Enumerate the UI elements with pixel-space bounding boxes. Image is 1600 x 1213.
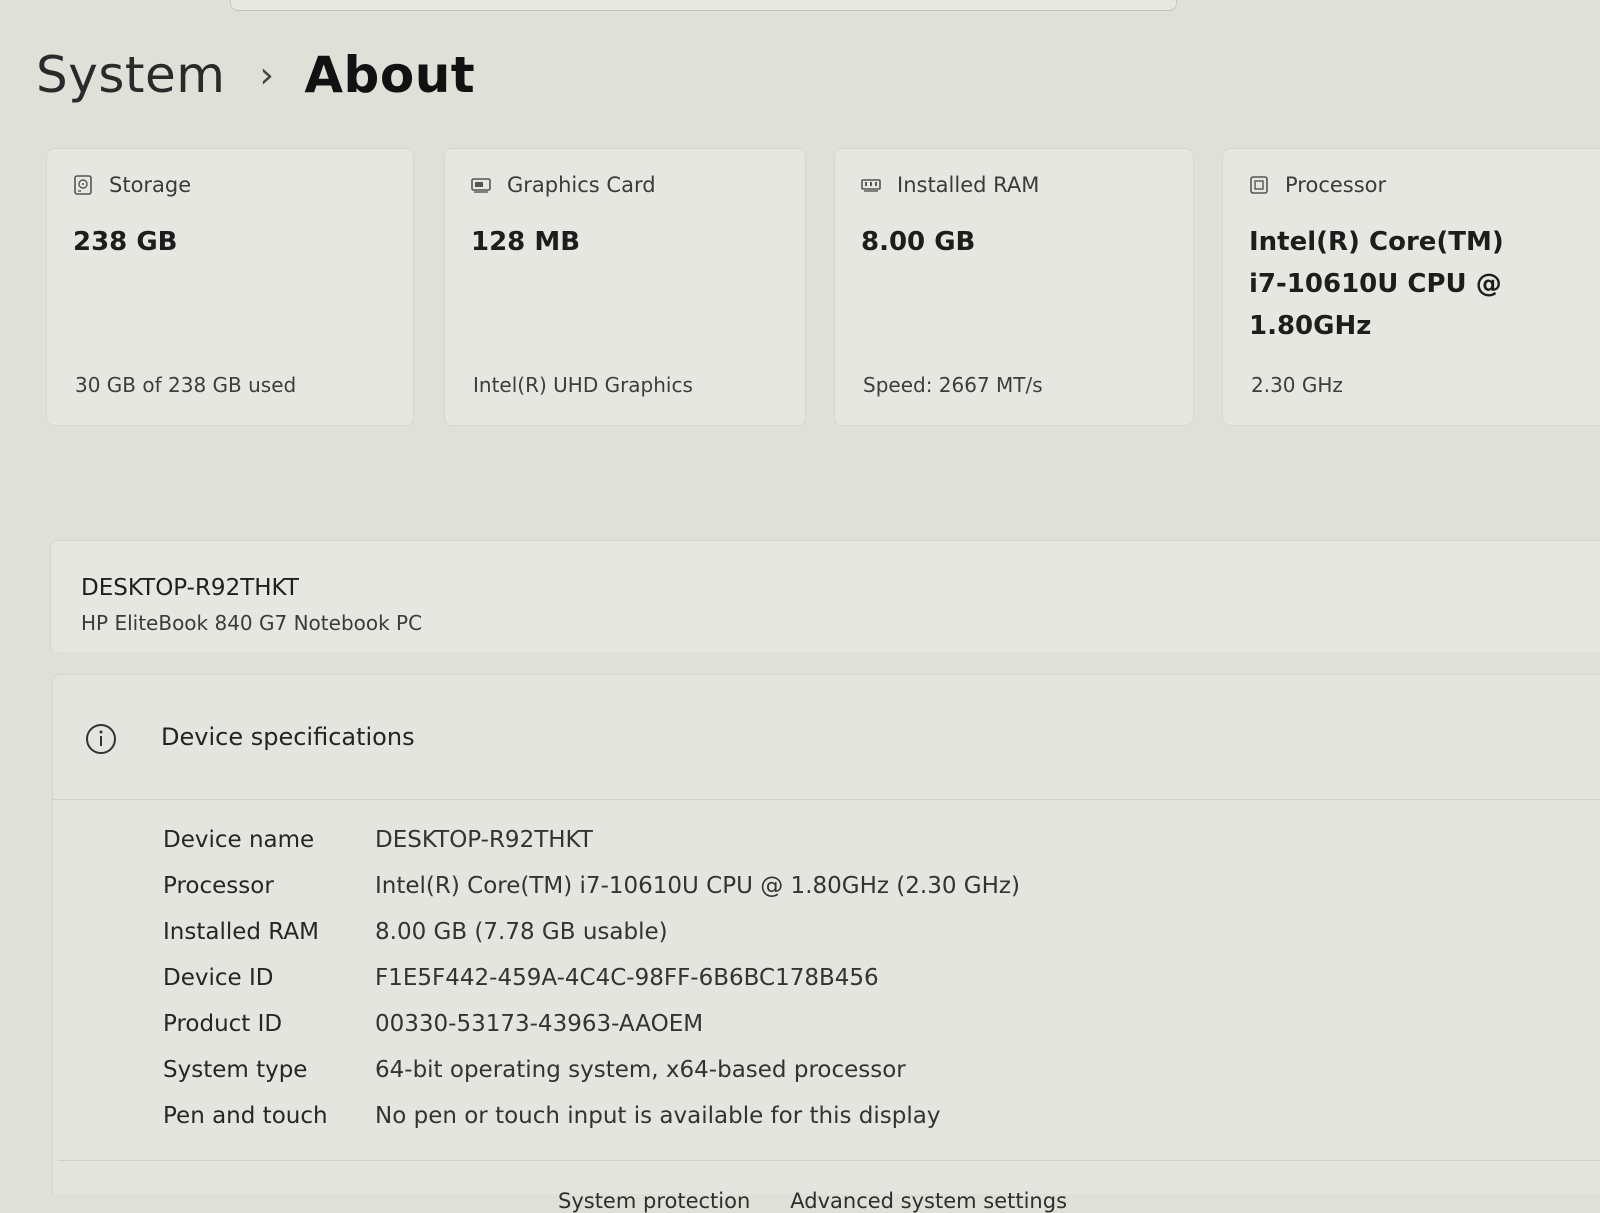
processor-card[interactable]: Processor Intel(R) Core(TM) i7-10610U CP… bbox=[1222, 148, 1600, 426]
graphics-card-value: 128 MB bbox=[471, 227, 581, 257]
related-links: System protection Advanced system settin… bbox=[558, 1189, 1067, 1213]
chevron-right-icon: › bbox=[259, 54, 275, 96]
storage-card-title: Storage bbox=[109, 173, 192, 197]
installed-ram-card[interactable]: Installed RAM 8.00 GB Speed: 2667 MT/s bbox=[834, 148, 1194, 426]
processor-header: Processor bbox=[1249, 173, 1386, 197]
installed-ram-header: Installed RAM bbox=[861, 173, 1039, 197]
processor-title: Processor bbox=[1285, 173, 1387, 197]
system-protection-link[interactable]: System protection bbox=[558, 1189, 750, 1213]
spec-value: Intel(R) Core(TM) i7-10610U CPU @ 1.80GH… bbox=[375, 873, 1020, 899]
graphics-card-model: Intel(R) UHD Graphics bbox=[473, 373, 693, 397]
device-specifications-title: Device specifications bbox=[161, 723, 415, 751]
info-icon bbox=[86, 724, 116, 754]
device-specifications-header[interactable]: Device specifications bbox=[53, 675, 1600, 800]
advanced-system-settings-link[interactable]: Advanced system settings bbox=[790, 1189, 1067, 1213]
device-model: HP EliteBook 840 G7 Notebook PC bbox=[81, 611, 423, 635]
spec-value: DESKTOP-R92THKT bbox=[375, 827, 593, 853]
spec-value: 00330-53173-43963-AAOEM bbox=[375, 1011, 704, 1037]
spec-row-product-id: Product ID 00330-53173-43963-AAOEM bbox=[163, 1001, 1020, 1047]
device-name-card[interactable]: DESKTOP-R92THKT HP EliteBook 840 G7 Note… bbox=[50, 540, 1600, 652]
spec-row-installed-ram: Installed RAM 8.00 GB (7.78 GB usable) bbox=[163, 909, 1020, 955]
specs-list: Device name DESKTOP-R92THKT Processor In… bbox=[163, 817, 1020, 1139]
processor-speed: 2.30 GHz bbox=[1251, 373, 1343, 397]
page-title: About bbox=[304, 46, 476, 104]
storage-icon bbox=[74, 175, 92, 195]
spec-label: Pen and touch bbox=[163, 1103, 328, 1129]
spec-row-system-type: System type 64-bit operating system, x64… bbox=[163, 1047, 1020, 1093]
storage-card-header: Storage bbox=[73, 173, 191, 197]
spec-value: No pen or touch input is available for t… bbox=[375, 1103, 941, 1129]
spec-label: Product ID bbox=[163, 1011, 283, 1037]
breadcrumb-system-link[interactable]: System bbox=[36, 46, 225, 104]
storage-card[interactable]: Storage 238 GB 30 GB of 238 GB used bbox=[46, 148, 414, 426]
processor-value: Intel(R) Core(TM) i7-10610U CPU @ 1.80GH… bbox=[1249, 221, 1504, 347]
spec-row-device-id: Device ID F1E5F442-459A-4C4C-98FF-6B6BC1… bbox=[163, 955, 1020, 1001]
installed-ram-value: 8.00 GB bbox=[861, 227, 976, 257]
device-specifications-section: Device specifications Device name DESKTO… bbox=[52, 674, 1600, 1194]
spec-label: System type bbox=[163, 1057, 308, 1083]
processor-value-line: 1.80GHz bbox=[1249, 311, 1372, 341]
installed-ram-title: Installed RAM bbox=[897, 173, 1040, 197]
processor-icon bbox=[1250, 176, 1268, 194]
spec-row-device-name: Device name DESKTOP-R92THKT bbox=[163, 817, 1020, 863]
processor-value-line: i7-10610U CPU @ bbox=[1249, 269, 1502, 299]
graphics-card-title: Graphics Card bbox=[507, 173, 656, 197]
breadcrumb: System › About bbox=[36, 40, 475, 110]
spec-label: Installed RAM bbox=[163, 919, 319, 945]
installed-ram-speed: Speed: 2667 MT/s bbox=[863, 373, 1043, 397]
storage-card-value: 238 GB bbox=[73, 227, 178, 257]
device-name: DESKTOP-R92THKT bbox=[81, 575, 299, 601]
spec-label: Device ID bbox=[163, 965, 274, 991]
storage-card-usage: 30 GB of 238 GB used bbox=[75, 373, 297, 397]
spec-row-pen-and-touch: Pen and touch No pen or touch input is a… bbox=[163, 1093, 1020, 1139]
graphics-card-card[interactable]: Graphics Card 128 MB Intel(R) UHD Graphi… bbox=[444, 148, 806, 426]
processor-value-line: Intel(R) Core(TM) bbox=[1249, 227, 1504, 257]
top-panel-edge bbox=[230, 0, 1177, 11]
spec-value: 8.00 GB (7.78 GB usable) bbox=[375, 919, 668, 945]
spec-label: Device name bbox=[163, 827, 315, 853]
spec-value: F1E5F442-459A-4C4C-98FF-6B6BC178B456 bbox=[375, 965, 879, 991]
spec-value: 64-bit operating system, x64-based proce… bbox=[375, 1057, 906, 1083]
ram-icon bbox=[861, 179, 881, 192]
graphics-card-icon bbox=[471, 178, 491, 193]
spec-label: Processor bbox=[163, 873, 274, 899]
spec-row-processor: Processor Intel(R) Core(TM) i7-10610U CP… bbox=[163, 863, 1020, 909]
related-links-bar: System protection Advanced system settin… bbox=[58, 1160, 1600, 1213]
graphics-card-header: Graphics Card bbox=[471, 173, 656, 197]
